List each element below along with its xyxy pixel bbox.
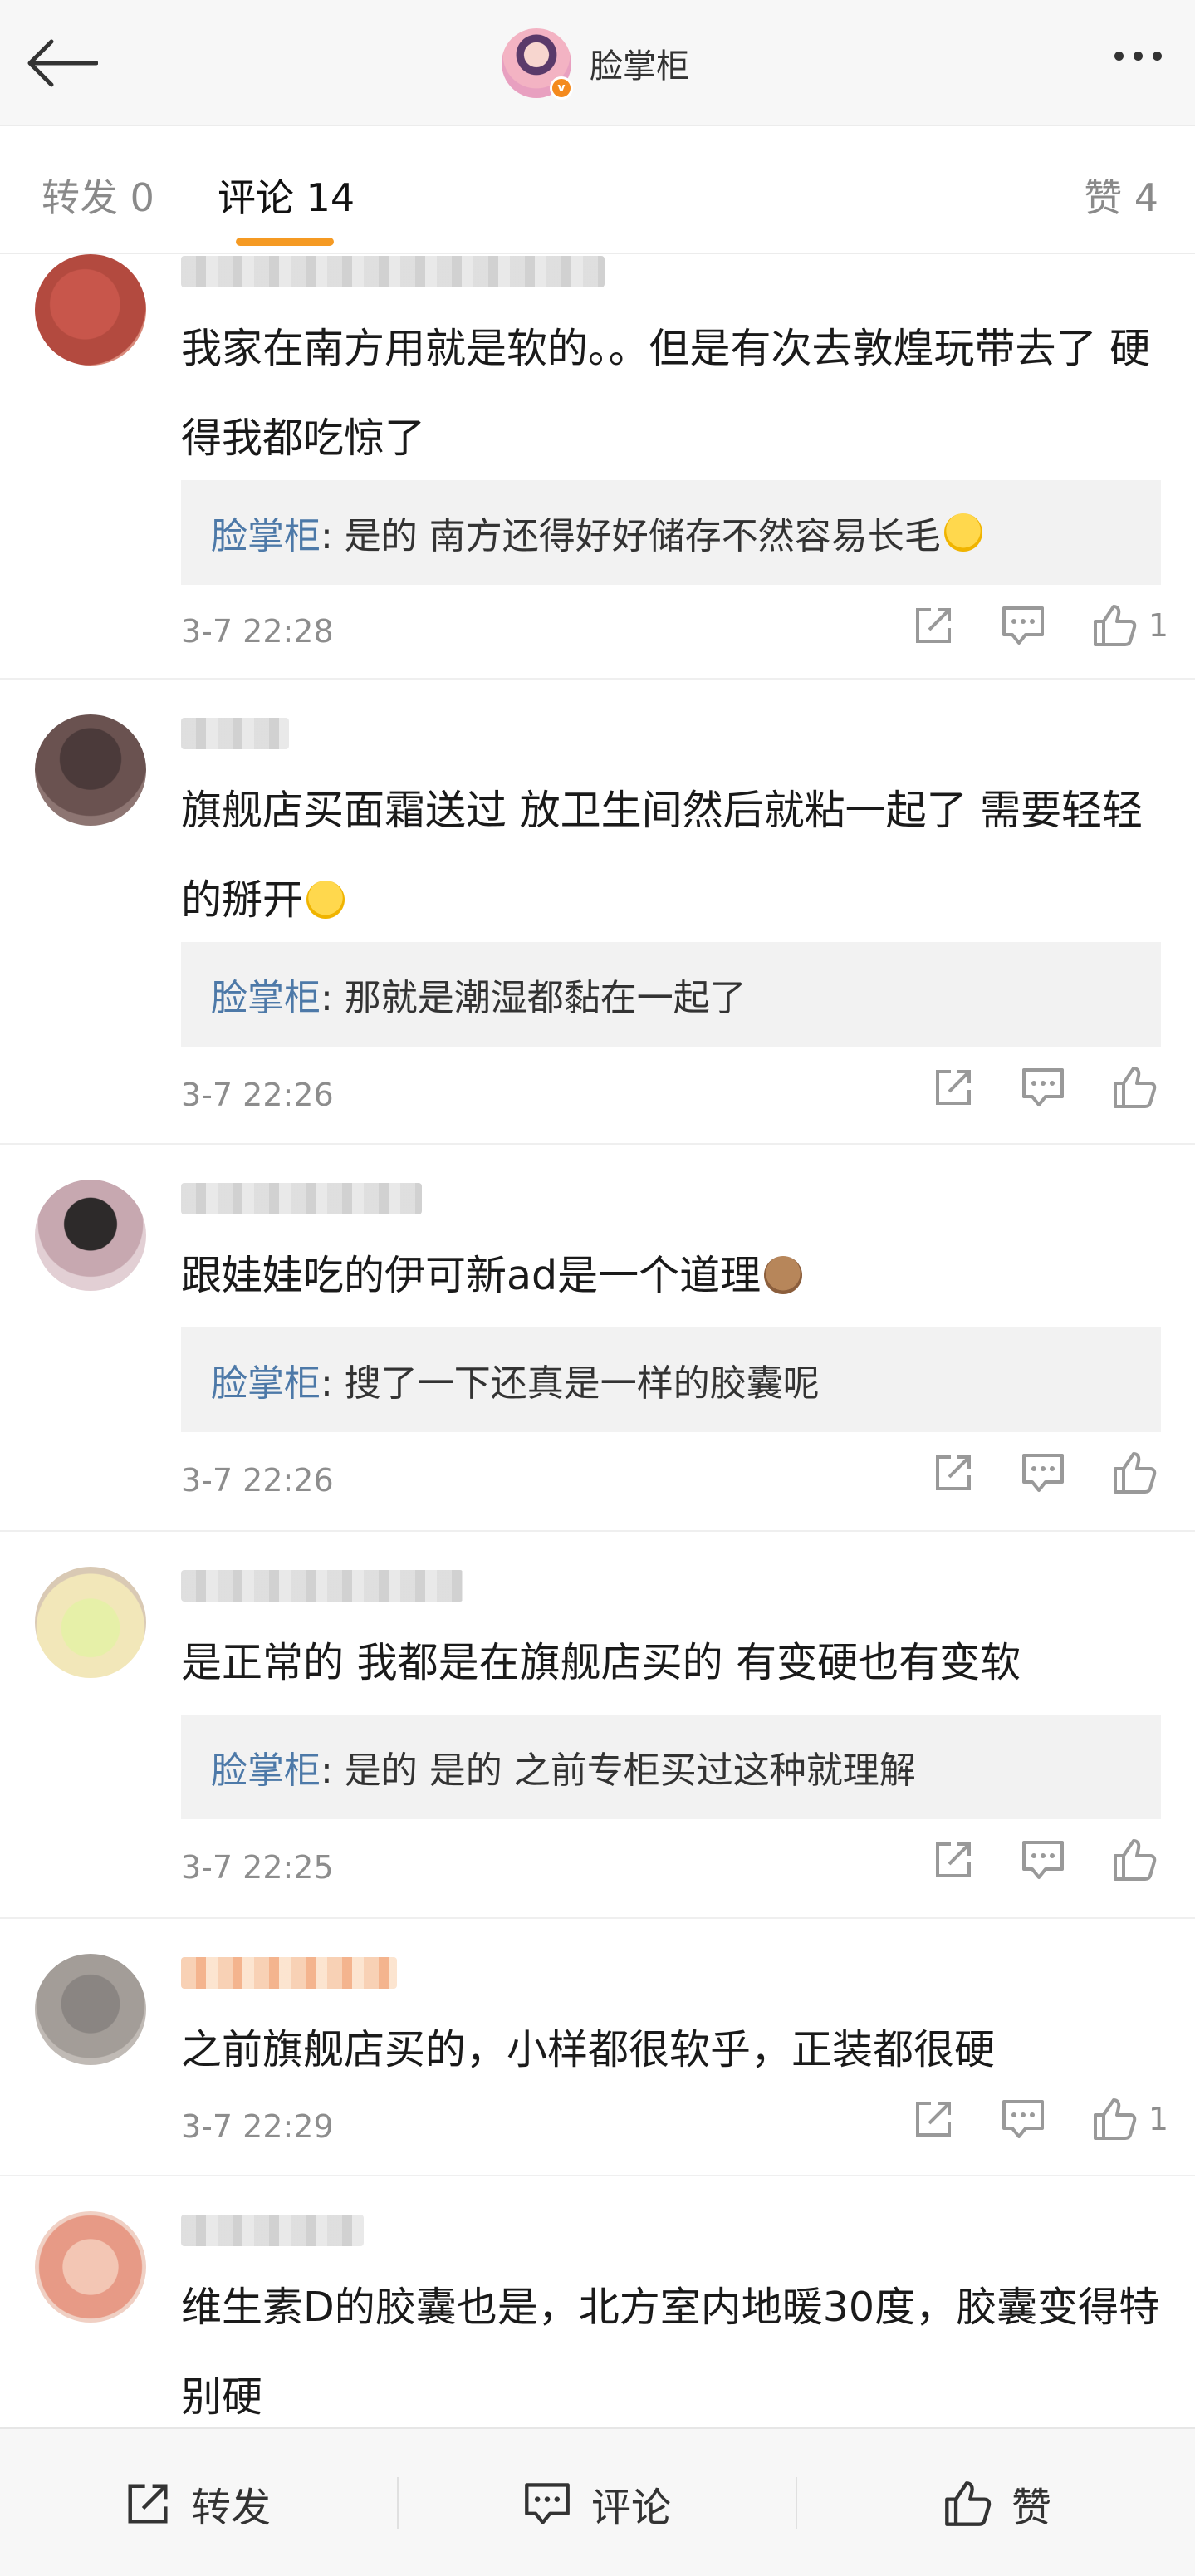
comment-button[interactable]: 评论 — [523, 2429, 671, 2576]
comment-time: 3-7 22:25 — [181, 1849, 334, 1886]
divider — [397, 2477, 399, 2529]
comment-actions: 1 — [866, 2097, 1168, 2142]
comment-item: 旗舰店买面霜送过 放卫生间然后就粘一起了 需要轻轻的掰开 脸掌柜 : 那就是潮湿… — [0, 680, 1195, 1145]
active-tab-indicator — [236, 238, 334, 246]
commenter-avatar[interactable] — [35, 2211, 146, 2323]
commenter-username[interactable] — [181, 1570, 463, 1602]
comment-icon — [525, 2482, 570, 2524]
comment-item: 维生素D的胶囊也是，北方室内地暖30度，胶囊变得特别硬 — [0, 2176, 1195, 2427]
comment-icon[interactable] — [1021, 1452, 1065, 1494]
repost-icon[interactable] — [913, 605, 954, 646]
reply-box[interactable]: 脸掌柜 : 那就是潮湿都黏在一起了 — [181, 942, 1161, 1047]
comment-text: 旗舰店买面霜送过 放卫生间然后就粘一起了 需要轻轻的掰开 — [181, 787, 1144, 924]
more-options-icon[interactable] — [1114, 52, 1162, 61]
comment-text: 我家在南方用就是软的。。但是有次去敦煌玩带去了 硬得我都吃惊了 — [181, 325, 1151, 462]
reply-text: : 是的 是的 之前专柜买过这种就理解 — [321, 1749, 916, 1792]
like-count: 1 — [1148, 607, 1168, 644]
comment-icon[interactable] — [1021, 1067, 1065, 1108]
commenter-avatar[interactable] — [35, 254, 146, 366]
top-nav-bar: v 脸掌柜 — [0, 0, 1195, 126]
like-label: 赞 — [1011, 2484, 1052, 2531]
comment-actions — [886, 1065, 1168, 1110]
comment-icon[interactable] — [1021, 1839, 1065, 1881]
comment-icon[interactable] — [1001, 605, 1046, 646]
reply-text: : 搜了一下还真是一样的胶囊呢 — [321, 1362, 820, 1405]
comment-time: 3-7 22:26 — [181, 1077, 334, 1113]
comment-item: 跟娃娃吃的伊可新ad是一个道理 脸掌柜 : 搜了一下还真是一样的胶囊呢 3-7 … — [0, 1145, 1195, 1532]
sweat-face-emoji-icon — [306, 881, 345, 919]
comment-text: 是正常的 我都是在旗舰店买的 有变硬也有变软 — [181, 1639, 1021, 1686]
reply-box[interactable]: 脸掌柜 : 搜了一下还真是一样的胶囊呢 — [181, 1327, 1161, 1432]
repost-icon[interactable] — [913, 2098, 954, 2140]
repost-button[interactable]: 转发 — [125, 2429, 271, 2576]
commenter-avatar[interactable] — [35, 1954, 146, 2065]
repost-icon[interactable] — [933, 1839, 974, 1881]
like-button[interactable]: 赞 — [943, 2429, 1051, 2576]
bottom-action-bar: 转发 评论 赞 — [0, 2427, 1195, 2576]
divider — [796, 2477, 797, 2529]
commenter-username[interactable] — [181, 2215, 364, 2246]
comment-time: 3-7 22:28 — [181, 613, 334, 650]
repost-icon[interactable] — [933, 1452, 974, 1494]
comment-text: 跟娃娃吃的伊可新ad是一个道理 — [181, 1231, 1169, 1321]
tab-comments[interactable]: 评论 14 — [218, 168, 355, 223]
comment-text: 之前旗舰店买的，小样都很软乎，正装都很硬 — [181, 2026, 996, 2073]
comment-item: 之前旗舰店买的，小样都很软乎，正装都很硬 3-7 22:29 1 — [0, 1919, 1195, 2176]
repost-icon[interactable] — [933, 1067, 974, 1108]
verified-badge-icon: v — [550, 76, 573, 100]
reply-author[interactable]: 脸掌柜 — [211, 1353, 321, 1406]
like-icon — [945, 2480, 992, 2526]
commenter-username[interactable] — [181, 256, 605, 287]
reply-author[interactable]: 脸掌柜 — [211, 968, 321, 1021]
like-icon[interactable] — [1112, 1838, 1168, 1882]
comment-item: 是正常的 我都是在旗舰店买的 有变硬也有变软 脸掌柜 : 是的 是的 之前专柜买… — [0, 1532, 1195, 1919]
author-name[interactable]: 脸掌柜 — [590, 39, 689, 87]
reply-author[interactable]: 脸掌柜 — [211, 1740, 321, 1793]
comment-actions — [886, 1838, 1168, 1882]
commenter-username[interactable] — [181, 718, 289, 749]
comment-time: 3-7 22:26 — [181, 1462, 334, 1499]
commenter-avatar[interactable] — [35, 1180, 146, 1291]
laughing-crying-emoji-icon — [943, 513, 982, 552]
reply-box[interactable]: 脸掌柜 : 是的 南方还得好好储存不然容易长毛 — [181, 480, 1161, 585]
comment-label: 评论 — [591, 2484, 672, 2531]
like-icon[interactable] — [1112, 1450, 1168, 1495]
reply-text: : 那就是潮湿都黏在一起了 — [321, 977, 747, 1019]
comment-text: 维生素D的胶囊也是，北方室内地暖30度，胶囊变得特别硬 — [181, 2284, 1160, 2421]
comment-icon[interactable] — [1001, 2098, 1046, 2140]
repost-label: 转发 — [191, 2484, 272, 2531]
author-info[interactable]: v 脸掌柜 — [502, 27, 689, 100]
commenter-username[interactable] — [181, 1957, 397, 1989]
see-no-evil-monkey-emoji-icon — [764, 1256, 803, 1294]
like-icon[interactable] — [1112, 1065, 1168, 1110]
comment-actions: 1 — [866, 603, 1168, 648]
commenter-username[interactable] — [181, 1183, 422, 1214]
commenter-avatar[interactable] — [35, 1567, 146, 1678]
tab-likes[interactable]: 赞 4 — [1084, 168, 1158, 223]
like-icon[interactable]: 1 — [1092, 603, 1168, 648]
tab-repost[interactable]: 转发 0 — [42, 168, 154, 223]
like-count: 1 — [1148, 2101, 1168, 2137]
commenter-avatar[interactable] — [35, 714, 146, 826]
comment-item: 我家在南方用就是软的。。但是有次去敦煌玩带去了 硬得我都吃惊了 脸掌柜 : 是的… — [0, 254, 1195, 680]
reply-box[interactable]: 脸掌柜 : 是的 是的 之前专柜买过这种就理解 — [181, 1715, 1161, 1819]
author-avatar[interactable]: v — [502, 28, 573, 100]
reply-author[interactable]: 脸掌柜 — [211, 506, 321, 559]
comment-time: 3-7 22:29 — [181, 2108, 334, 2145]
repost-icon — [128, 2483, 168, 2524]
comment-actions — [886, 1450, 1168, 1495]
reply-text: : 是的 南方还得好好储存不然容易长毛 — [321, 515, 941, 557]
like-icon[interactable]: 1 — [1092, 2097, 1168, 2142]
back-arrow-icon[interactable] — [27, 33, 101, 93]
tab-bar: 转发 0 评论 14 赞 4 — [0, 126, 1195, 254]
